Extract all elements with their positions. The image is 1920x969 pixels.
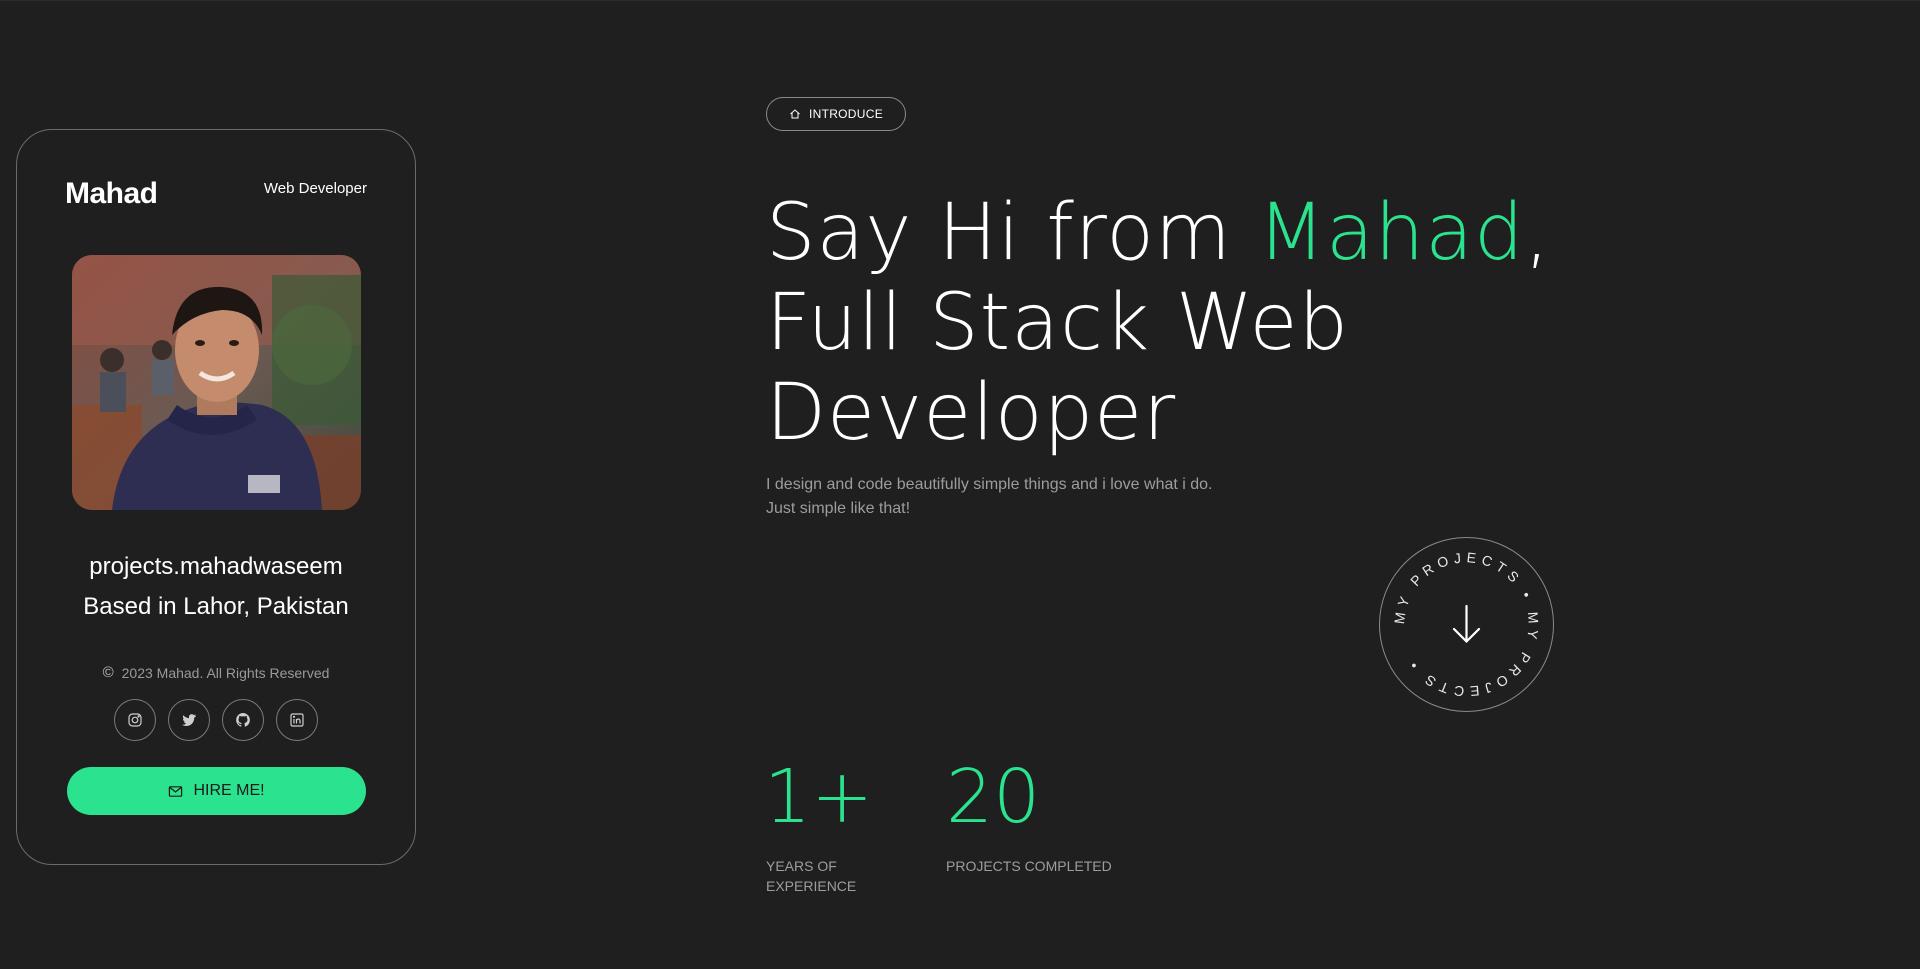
intro-line1: I design and code beautifully simple thi… [766,476,1213,493]
profile-location: Based in Lahor, Pakistan [83,593,349,620]
headline-prefix: Say Hi from [766,188,1258,278]
github-icon [236,713,250,727]
profile-email[interactable]: projects.mahadwaseem [17,553,415,581]
stat-years-label-line2: EXPERIENCE [766,878,857,894]
copyright-icon: © [102,664,114,681]
stat-projects-label-line1: PROJECTS COMPLETED [946,858,1112,874]
hero-headline: Say Hi from Mahad, Full Stack Web Develo… [766,188,1566,458]
intro-line2: Just simple like that! [766,500,911,517]
top-divider [0,0,1920,1]
copyright-text: 2023 Mahad. All Rights Reserved [121,664,330,681]
profile-photo [72,255,361,510]
home-icon [790,109,800,119]
mail-icon [169,785,183,797]
headline-line3: Developer [766,368,1177,458]
stat-years-label: YEARS OF EXPERIENCE [766,856,856,896]
twitter-link[interactable] [168,699,210,741]
hire-me-button[interactable]: HIRE ME! [67,767,366,815]
headline-comma: , [1524,188,1551,278]
instagram-link[interactable] [114,699,156,741]
profile-name: Mahad [65,177,158,210]
arrow-down-icon [1452,604,1481,644]
headline-line2: Full Stack Web [766,278,1349,368]
linkedin-icon [290,713,304,727]
profile-card: Mahad Web Developer projects.mahadwaseem… [16,129,416,865]
hire-me-label: HIRE ME! [193,782,265,799]
twitter-icon [182,714,196,726]
instagram-icon [128,713,142,727]
stat-years-label-line1: YEARS OF [766,858,837,874]
stat-years-value: 1+ [764,754,874,840]
social-links [17,699,415,741]
github-link[interactable] [222,699,264,741]
copyright: © 2023 Mahad. All Rights Reserved [17,664,415,681]
profile-role: Web Developer [263,180,367,197]
hero-intro: I design and code beautifully simple thi… [766,473,1326,521]
introduce-badge: INTRODUCE [766,97,906,131]
headline-name: Mahad [1257,188,1525,278]
my-projects-circle-button[interactable]: MY PROJECTS • MY PROJECTS • [1378,536,1555,713]
stat-projects-value: 20 [946,754,1041,840]
introduce-label: INTRODUCE [808,107,884,121]
linkedin-link[interactable] [276,699,318,741]
stat-projects-label: PROJECTS COMPLETED [946,856,1112,876]
